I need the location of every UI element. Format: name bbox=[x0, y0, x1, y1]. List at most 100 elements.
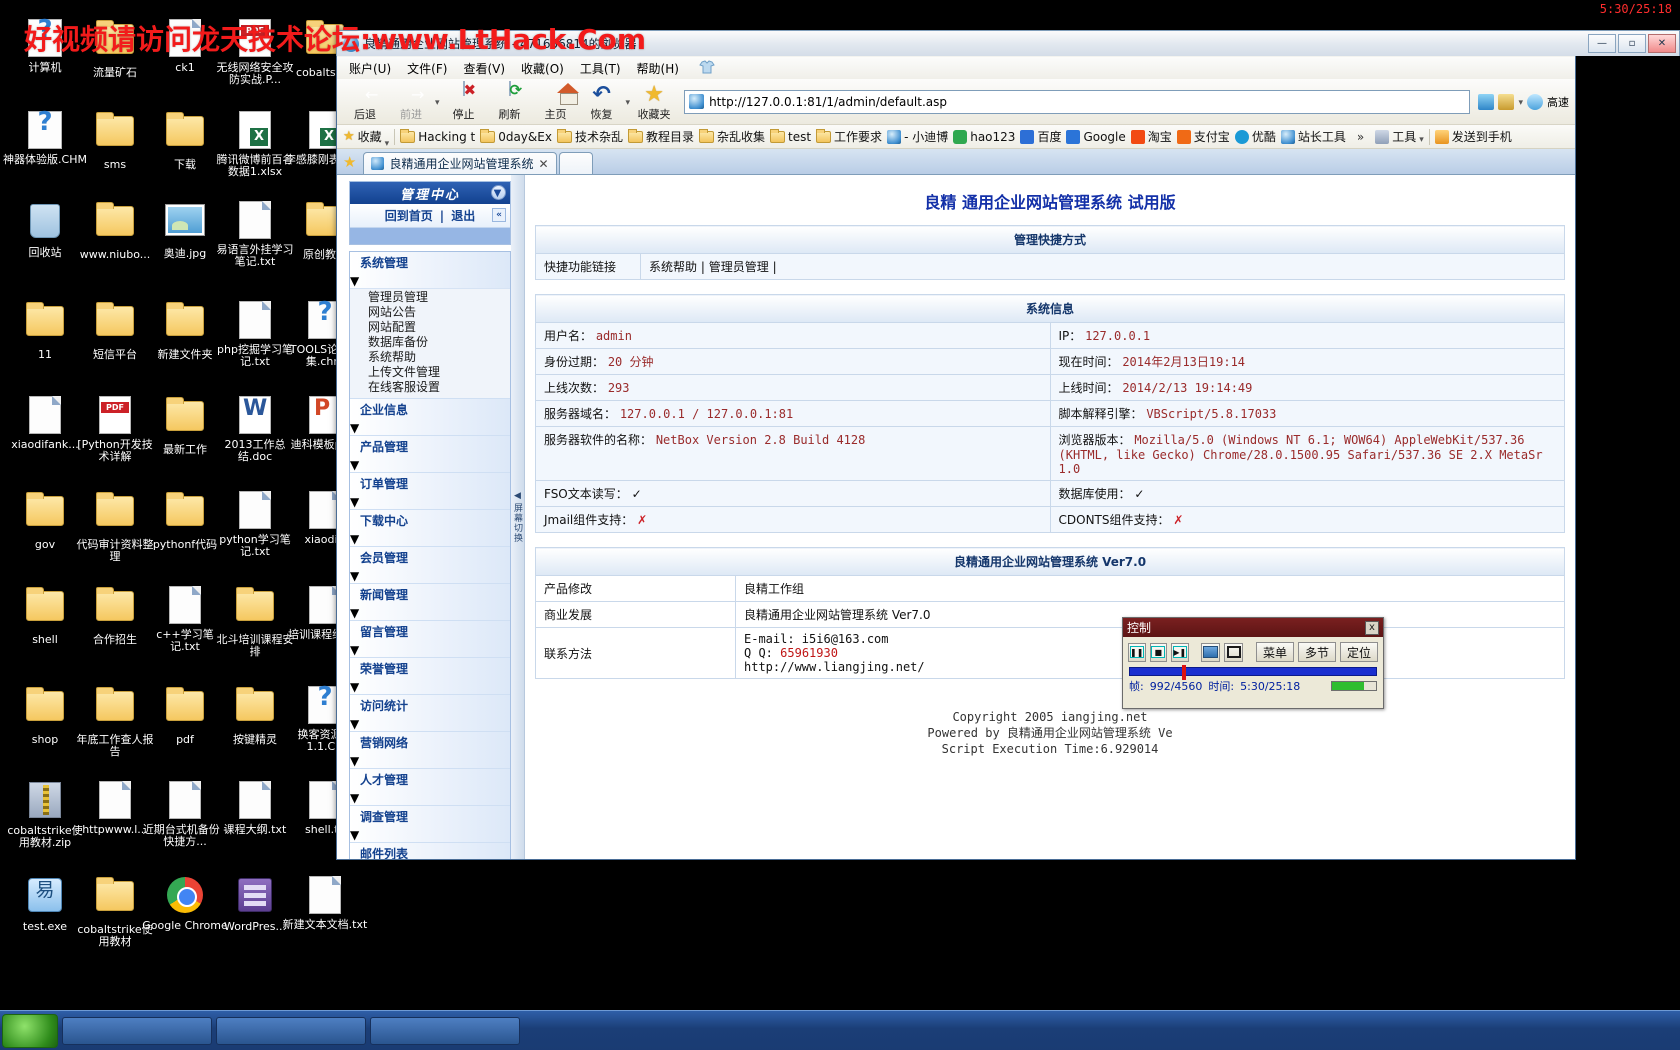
screen-capture-button[interactable] bbox=[1201, 642, 1221, 662]
admin-menu-group-title[interactable]: 下载中心 bbox=[350, 510, 510, 532]
chevron-down-icon[interactable]: ▼ bbox=[350, 274, 359, 288]
bookmark-misc-collect[interactable]: 杂乱收集 bbox=[698, 128, 765, 145]
sidebar-collapse-handle[interactable]: ◀ 屏幕切换 bbox=[511, 175, 525, 859]
chevron-down-icon[interactable]: ▼ bbox=[350, 717, 359, 731]
admin-menu-group-title[interactable]: 企业信息 bbox=[350, 399, 510, 421]
close-icon[interactable]: ✕ bbox=[538, 157, 548, 171]
admin-menu-group-title[interactable]: 产品管理 bbox=[350, 436, 510, 458]
admin-menu-item[interactable]: 管理员管理 bbox=[350, 290, 510, 305]
maximize-button[interactable]: ▫ bbox=[1618, 34, 1646, 53]
chevron-down-icon[interactable]: ▼ bbox=[350, 606, 359, 620]
new-tab-button[interactable] bbox=[558, 152, 593, 174]
quick-link-system-help[interactable]: 系统帮助 bbox=[649, 260, 697, 274]
menu-tools[interactable]: 工具(T) bbox=[580, 60, 621, 77]
chevron-down-icon[interactable]: ▼ bbox=[350, 532, 359, 546]
admin-menu-group-title[interactable]: 订单管理 bbox=[350, 473, 510, 495]
admin-menu-group-title[interactable]: 新闻管理 bbox=[350, 584, 510, 606]
fast-forward-button[interactable]: ▶❚ bbox=[1171, 642, 1189, 662]
desktop-icon[interactable]: 新建文本文档.txt bbox=[282, 875, 368, 931]
admin-menu-group-title[interactable]: 访问统计 bbox=[350, 695, 510, 717]
bookmark-google[interactable]: Google bbox=[1066, 129, 1126, 144]
admin-menu-item[interactable]: 在线客服设置 bbox=[350, 380, 510, 395]
admin-menu-item[interactable]: 网站公告 bbox=[350, 305, 510, 320]
chevron-down-icon[interactable]: ▼ bbox=[350, 458, 359, 472]
bookmark-tutorials[interactable]: 教程目录 bbox=[627, 128, 694, 145]
bookmark-webmaster-tools[interactable]: 站长工具 bbox=[1280, 128, 1346, 145]
admin-menu-group-title[interactable]: 会员管理 bbox=[350, 547, 510, 569]
bookmark-0day-ex[interactable]: 0day&Ex bbox=[480, 128, 552, 144]
bookmark-youku[interactable]: 优酷 bbox=[1234, 128, 1276, 145]
chevron-down-icon[interactable]: ▼ bbox=[350, 495, 359, 509]
quick-link-admin-manage[interactable]: 管理员管理 bbox=[709, 260, 769, 274]
locate-button[interactable]: 定位 bbox=[1339, 642, 1378, 662]
bookmark-taobao[interactable]: 淘宝 bbox=[1130, 128, 1172, 145]
bookmarks-menu[interactable]: ★ 收藏 ▾ bbox=[343, 125, 389, 149]
start-button[interactable] bbox=[2, 1013, 58, 1048]
chevron-down-icon[interactable]: ▼ bbox=[350, 828, 359, 842]
chevron-down-icon[interactable]: ▼ bbox=[491, 185, 506, 200]
tshirt-icon[interactable] bbox=[699, 59, 715, 77]
menu-help[interactable]: 帮助(H) bbox=[637, 60, 679, 77]
back-button[interactable]: ← 后退 bbox=[343, 83, 387, 121]
history-dropdown-icon[interactable]: ▾ bbox=[435, 98, 440, 124]
taskbar-item-1[interactable] bbox=[62, 1016, 212, 1045]
restore-dropdown-icon[interactable]: ▾ bbox=[626, 98, 631, 124]
translate-icon[interactable] bbox=[1478, 93, 1495, 110]
admin-menu-group-title[interactable]: 营销网络 bbox=[350, 732, 510, 754]
minimize-button[interactable]: — bbox=[1588, 34, 1616, 53]
chevron-down-icon[interactable]: ▼ bbox=[350, 569, 359, 583]
favorites-button[interactable]: ★ 收藏夹 bbox=[632, 83, 676, 121]
chevron-down-icon[interactable]: ▼ bbox=[350, 643, 359, 657]
bookmarks-overflow-icon[interactable]: » bbox=[1351, 130, 1370, 144]
home-button[interactable]: 主页 bbox=[534, 83, 578, 120]
admin-menu-group-title[interactable]: 荣誉管理 bbox=[350, 658, 510, 680]
volume-slider[interactable] bbox=[1331, 681, 1377, 691]
bookmark-hao123[interactable]: hao123 bbox=[953, 129, 1015, 144]
back-to-home-link[interactable]: 回到首页 bbox=[385, 207, 433, 224]
menu-favorites[interactable]: 收藏(O) bbox=[521, 60, 564, 77]
logout-link[interactable]: 退出 bbox=[451, 207, 475, 224]
bookmark-baidu[interactable]: 百度 bbox=[1020, 128, 1061, 145]
admin-menu-item[interactable]: 数据库备份 bbox=[350, 335, 510, 350]
taskbar-item-3[interactable] bbox=[370, 1016, 520, 1045]
close-icon[interactable]: x bbox=[1365, 620, 1379, 635]
bookmark-alipay[interactable]: 支付宝 bbox=[1176, 128, 1230, 145]
menu-view[interactable]: 查看(V) bbox=[463, 60, 505, 77]
taskbar-item-2[interactable] bbox=[216, 1016, 366, 1045]
stop-button[interactable]: ■ bbox=[1149, 642, 1168, 662]
chevron-down-icon[interactable]: ▼ bbox=[350, 421, 359, 435]
bookmark-hacking-t[interactable]: Hacking t bbox=[400, 128, 475, 144]
collapse-icon[interactable]: « bbox=[492, 208, 506, 222]
admin-menu-item[interactable]: 上传文件管理 bbox=[350, 365, 510, 380]
menu-file[interactable]: 文件(F) bbox=[407, 60, 447, 77]
admin-menu-group-title[interactable]: 邮件列表 bbox=[350, 843, 510, 859]
admin-menu-item[interactable]: 系统帮助 bbox=[350, 350, 510, 365]
admin-menu-group-title[interactable]: 系统管理 bbox=[350, 252, 510, 274]
bookmark-test[interactable]: test bbox=[770, 128, 811, 144]
tools-menu[interactable]: 工具 ▾ bbox=[1375, 128, 1424, 145]
tab-liangjing-admin[interactable]: 良精通用企业网站管理系统 ✕ bbox=[363, 152, 557, 174]
stop-button[interactable]: ✖ 停止 bbox=[442, 81, 486, 120]
chapter-button[interactable]: 多节 bbox=[1297, 642, 1336, 662]
send-to-phone-button[interactable]: 发送到手机 bbox=[1434, 128, 1512, 145]
save-page-icon[interactable] bbox=[1498, 93, 1515, 110]
address-dropdown-icon[interactable]: ▾ bbox=[1518, 98, 1523, 110]
forward-button[interactable]: → 前进 bbox=[389, 83, 433, 121]
seek-handle[interactable] bbox=[1182, 665, 1186, 680]
admin-menu-group-title[interactable]: 人才管理 bbox=[350, 769, 510, 791]
control-panel-titlebar[interactable]: 控制 x bbox=[1123, 618, 1383, 637]
bookmark-xiaodi-blog[interactable]: - 小迪博 bbox=[887, 128, 948, 145]
admin-menu-group-title[interactable]: 留言管理 bbox=[350, 621, 510, 643]
close-button[interactable]: ✕ bbox=[1648, 34, 1676, 53]
chevron-down-icon[interactable]: ▼ bbox=[350, 791, 359, 805]
bookmark-tech-misc[interactable]: 技术杂乱 bbox=[556, 128, 623, 145]
chevron-down-icon[interactable]: ▼ bbox=[350, 754, 359, 768]
star-icon[interactable]: ★ bbox=[343, 153, 361, 174]
speed-mode-icon[interactable] bbox=[1527, 93, 1543, 110]
seek-slider[interactable] bbox=[1129, 665, 1377, 680]
pause-button[interactable]: ❚❚ bbox=[1128, 642, 1146, 662]
restore-button[interactable]: ↶ 恢复 bbox=[580, 83, 624, 121]
menu-button[interactable]: 菜单 bbox=[1255, 642, 1294, 662]
address-bar[interactable]: http://127.0.0.1:81/1/admin/default.asp bbox=[684, 89, 1471, 114]
bookmark-work-req[interactable]: 工作要求 bbox=[816, 128, 882, 145]
